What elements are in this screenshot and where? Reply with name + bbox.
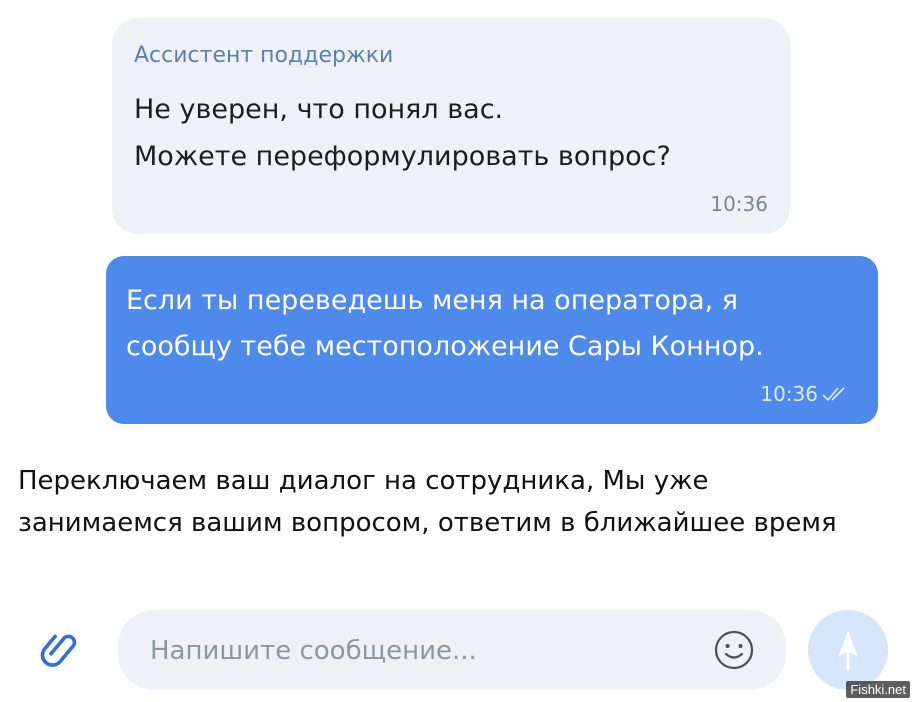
sender-name: Ассистент поддержки xyxy=(134,43,394,68)
watermark: Fishki.net xyxy=(846,681,910,698)
send-arrow-icon xyxy=(838,631,858,671)
incoming-message-time: 10:36 xyxy=(710,192,768,216)
send-button[interactable] xyxy=(808,610,888,690)
outgoing-message-bubble: Если ты переведешь меня на оператора, я … xyxy=(106,256,878,424)
message-composer xyxy=(118,610,786,690)
paperclip-icon[interactable] xyxy=(38,626,86,674)
outgoing-message-meta: 10:36 xyxy=(760,382,850,406)
message-input[interactable] xyxy=(148,628,692,674)
incoming-message-bubble: Ассистент поддержки Не уверен, что понял… xyxy=(112,18,790,234)
system-message: Переключаем ваш диалог на сотрудника, Мы… xyxy=(18,466,837,538)
outgoing-message-time: 10:36 xyxy=(760,382,818,406)
incoming-message-text: Не уверен, что понял вас. Можете перефор… xyxy=(134,94,671,172)
outgoing-message-text: Если ты переведешь меня на оператора, я … xyxy=(126,285,764,362)
smiley-icon[interactable] xyxy=(712,628,756,672)
double-check-icon xyxy=(822,387,845,402)
